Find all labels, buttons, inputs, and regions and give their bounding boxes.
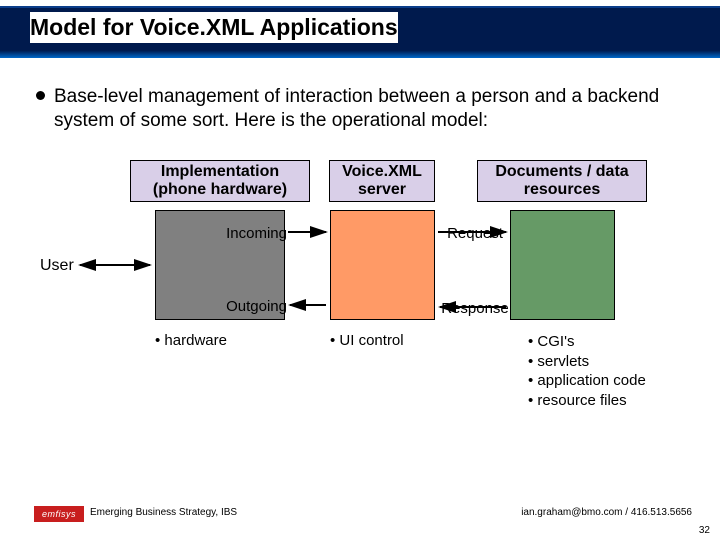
label-documents: Documents / data resources [477,160,647,202]
label-response: Response [435,300,515,317]
slide-number: 32 [699,525,710,536]
sub-hardware: • hardware [155,332,227,349]
label-implementation: Implementation (phone hardware) [130,160,310,202]
label-vxml-server: Voice.XML server [329,160,435,202]
label-incoming: Incoming [197,225,287,242]
resource-list: CGI's servlets application code resource… [528,332,646,410]
bullet-text: Base-level management of interaction bet… [54,85,676,133]
label-request: Request [440,225,510,242]
label-user: User [40,257,74,275]
resource-item: resource files [528,391,646,411]
logo: emfisys [34,506,84,522]
block-documents [510,210,615,320]
bullet-icon [36,91,45,100]
footer-right: ian.graham@bmo.com / 416.513.5656 [521,507,692,518]
main-bullet: Base-level management of interaction bet… [36,85,676,133]
label-outgoing: Outgoing [197,298,287,315]
sub-uicontrol: • UI control [330,332,404,349]
resource-item: servlets [528,352,646,372]
resource-item: application code [528,371,646,391]
slide-title: Model for Voice.XML Applications [30,12,398,43]
resource-item: CGI's [528,332,646,352]
footer-left: Emerging Business Strategy, IBS [90,507,237,518]
block-vxml [330,210,435,320]
